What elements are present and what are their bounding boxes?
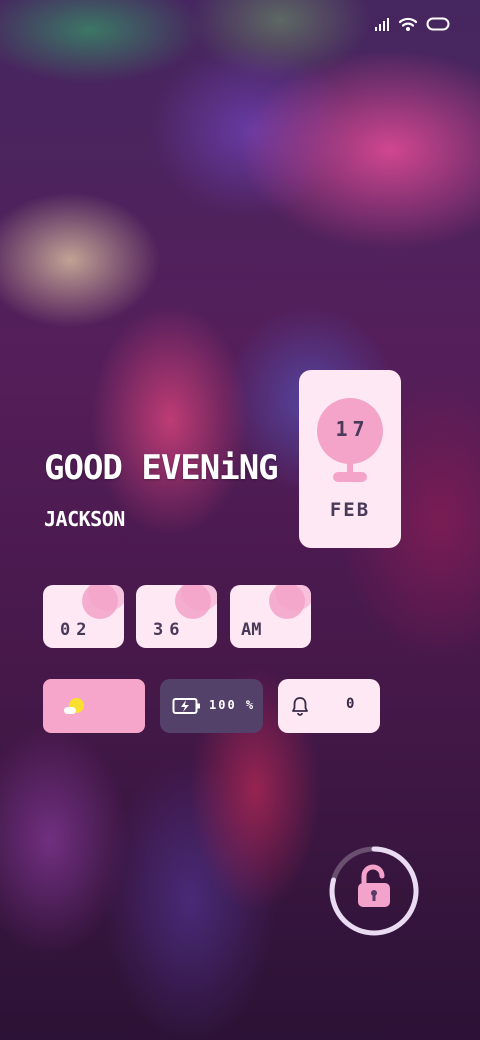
signal-icon (375, 18, 389, 31)
period-card: AM (230, 585, 311, 648)
status-bar (374, 16, 450, 32)
weather-widget[interactable] (43, 679, 145, 733)
unlock-button[interactable] (326, 843, 422, 939)
decor-circle (269, 585, 305, 619)
hour-card: 02 (43, 585, 124, 648)
decor-circle (82, 585, 118, 619)
greeting-title: GOOD EVENiNG (44, 448, 279, 488)
wifi-icon (398, 17, 418, 31)
unlock-icon (358, 864, 390, 907)
date-month: FEB (329, 499, 371, 521)
cloud-icon (64, 707, 76, 714)
date-pin-base (333, 472, 367, 482)
minute-card: 36 (136, 585, 217, 648)
notification-count: 0 (346, 696, 355, 712)
time-period: AM (241, 620, 262, 640)
battery-outline-icon (426, 17, 450, 31)
time-hour: 02 (60, 620, 93, 640)
bell-icon (292, 697, 308, 716)
date-day: 17 (335, 417, 370, 441)
battery-percent: 100 % (209, 698, 256, 712)
charging-battery-icon (172, 698, 200, 714)
time-minute: 36 (153, 620, 186, 640)
user-name: JACKSON (44, 507, 125, 531)
decor-circle (175, 585, 211, 619)
